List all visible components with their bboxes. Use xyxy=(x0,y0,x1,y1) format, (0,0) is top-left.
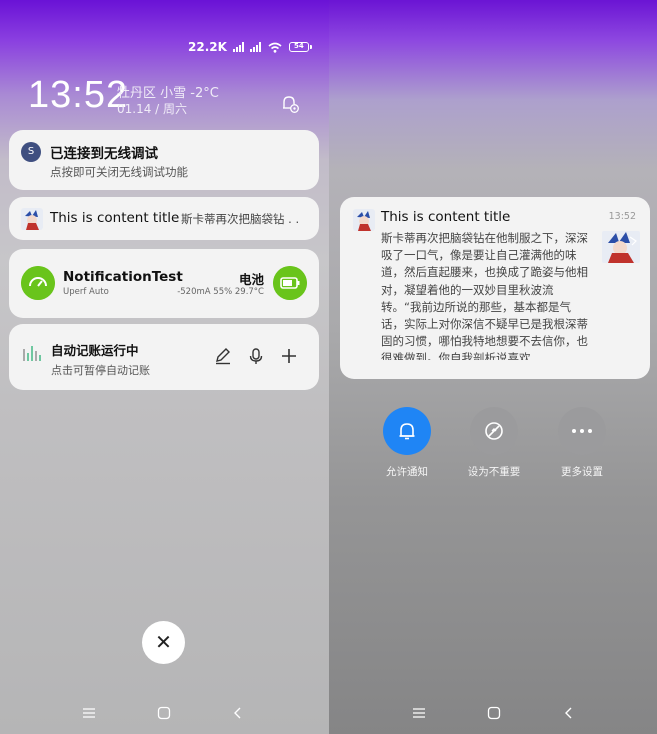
content-notification[interactable]: This is content title 斯卡蒂再次把脑袋钻 . . xyxy=(9,197,319,240)
avatar-icon xyxy=(353,209,375,231)
edit-icon[interactable] xyxy=(214,347,232,365)
allow-notifications-action[interactable]: 允许通知 xyxy=(377,407,437,479)
auto-accounting-card[interactable]: 自动记账运行中 点击可暂停自动记账 xyxy=(9,324,319,390)
notification-body: 斯卡蒂再次把脑袋钻在他制服之下，深深吸了一口气，像是要让自己灌满他的味道，然后直… xyxy=(381,231,588,360)
battery-stats: -520mA 55% 29.7°C xyxy=(177,287,264,297)
notification-settings-icon[interactable] xyxy=(280,94,300,114)
battery-label: 电池 xyxy=(238,272,264,287)
more-settings-action[interactable]: 更多设置 xyxy=(552,407,612,479)
notification-test-card[interactable]: NotificationTest Uperf Auto 电池 -520mA 55… xyxy=(9,249,319,318)
home-icon[interactable] xyxy=(487,706,501,720)
home-icon[interactable] xyxy=(157,706,171,720)
notification-title: This is content title xyxy=(50,210,180,226)
action-label: 更多设置 xyxy=(561,466,603,478)
more-icon xyxy=(572,429,592,433)
not-important-icon xyxy=(485,422,503,440)
thumbnail-image xyxy=(602,231,640,263)
action-label: 设为不重要 xyxy=(467,466,521,478)
wireless-debug-notification[interactable]: S 已连接到无线调试 点按即可关闭无线调试功能 xyxy=(9,130,319,190)
app-subtitle: Uperf Auto xyxy=(63,287,109,297)
app-name: NotificationTest xyxy=(63,269,183,285)
battery-charging-icon xyxy=(273,266,307,300)
debug-icon: S xyxy=(21,142,41,162)
notification-subtitle: 点击可暂停自动记账 xyxy=(51,364,150,377)
battery-icon: 54 xyxy=(288,42,312,52)
notification-shade-left: 22.2K 54 13:52 牡丹区 小雪 -2°C 01.14 / 周六 S … xyxy=(0,0,329,734)
location-weather: 牡丹区 小雪 -2°C xyxy=(117,86,219,101)
notification-subtitle: 点按即可关闭无线调试功能 xyxy=(50,165,188,179)
close-icon[interactable]: ✕ xyxy=(142,621,185,664)
status-bar: 22.2K 54 xyxy=(188,40,312,54)
expanded-notification[interactable]: This is content title 13:52 斯卡蒂再次把脑袋钻在他制… xyxy=(340,197,650,379)
accounting-app-icon xyxy=(23,346,41,361)
signal-icon xyxy=(249,42,261,52)
back-icon[interactable] xyxy=(231,706,245,720)
notification-detail-panel: This is content title 13:52 斯卡蒂再次把脑袋钻在他制… xyxy=(329,0,657,734)
wifi-icon xyxy=(268,42,282,53)
action-label: 允许通知 xyxy=(386,466,428,478)
back-icon[interactable] xyxy=(562,706,576,720)
avatar-icon xyxy=(21,208,43,230)
set-unimportant-button[interactable] xyxy=(470,407,518,455)
notification-time: 13:52 xyxy=(608,211,636,222)
notification-preview: 斯卡蒂再次把脑袋钻 . . xyxy=(181,212,300,226)
signal-icon xyxy=(232,42,244,52)
navigation-bar xyxy=(329,706,657,720)
navigation-bar xyxy=(0,706,329,720)
date: 01.14 / 周六 xyxy=(117,102,188,116)
menu-icon[interactable] xyxy=(82,706,96,720)
add-icon[interactable] xyxy=(280,347,298,365)
notification-title: 已连接到无线调试 xyxy=(50,146,158,162)
more-settings-button[interactable] xyxy=(558,407,606,455)
bell-icon xyxy=(399,423,415,440)
gauge-icon xyxy=(21,266,55,300)
menu-icon[interactable] xyxy=(412,706,426,720)
microphone-icon[interactable] xyxy=(247,347,265,365)
notification-title: 自动记账运行中 xyxy=(51,343,139,358)
network-speed: 22.2K xyxy=(188,40,227,54)
set-unimportant-action[interactable]: 设为不重要 xyxy=(464,407,524,479)
allow-notifications-button[interactable] xyxy=(383,407,431,455)
clock: 13:52 xyxy=(28,74,129,116)
notification-title: This is content title xyxy=(381,209,511,225)
